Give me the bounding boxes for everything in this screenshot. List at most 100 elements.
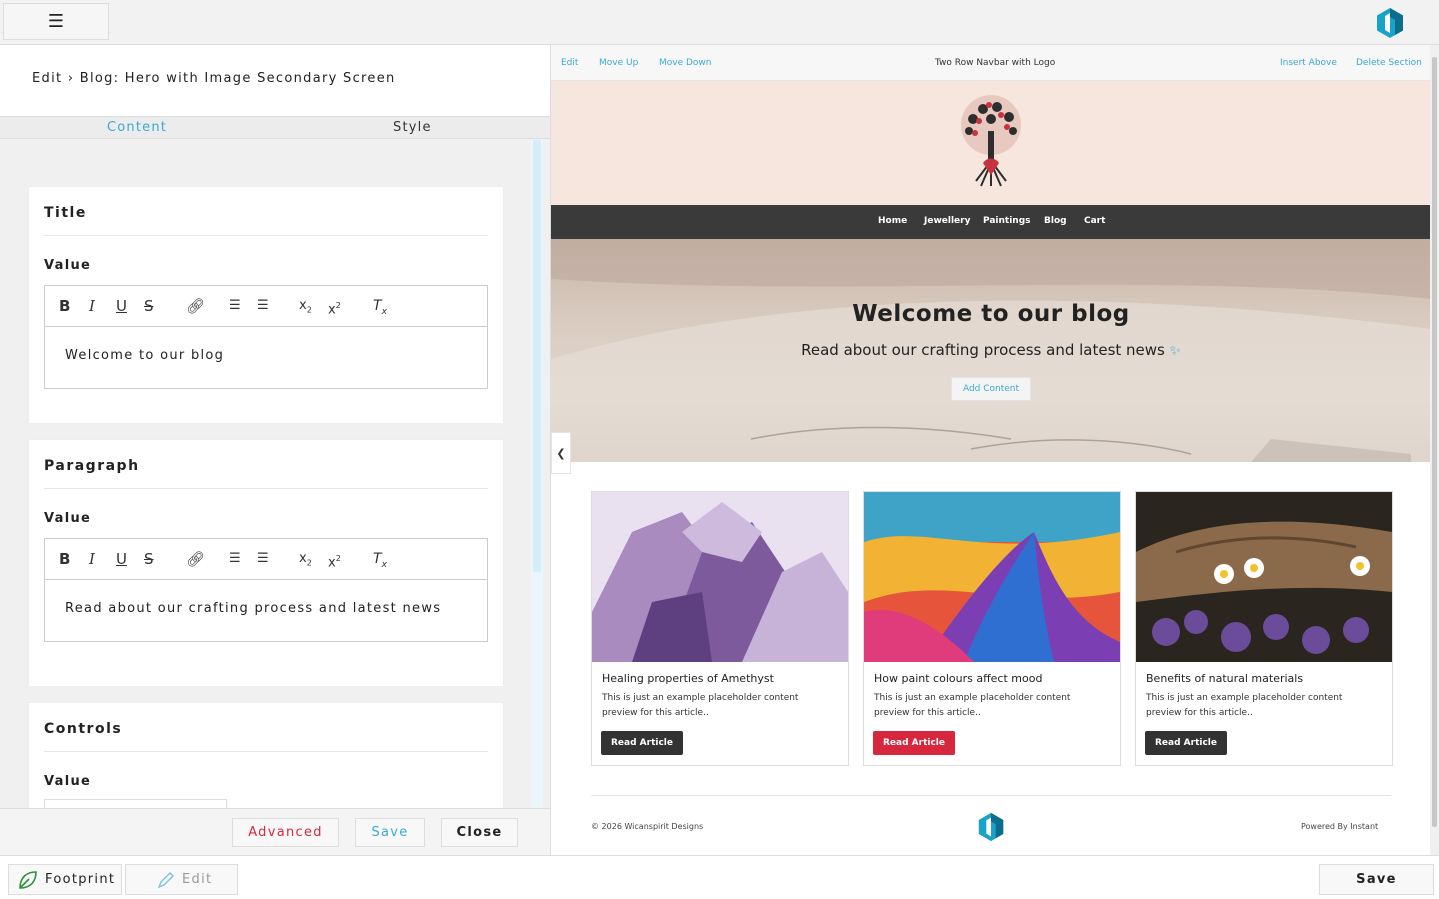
editor-heading: Edit › Blog: Hero with Image Secondary S… xyxy=(0,45,550,117)
link-icon[interactable]: 🔗︎ xyxy=(186,297,205,315)
editor-toolbar: B I U S 🔗︎ ☰ ☰ x2 x2 Tx xyxy=(45,286,487,327)
subscript-icon[interactable]: x2 xyxy=(299,297,312,320)
section-title: Two Row Navbar with Logo xyxy=(935,58,1056,68)
page-preview: Edit Move Up Move Down Two Row Navbar wi… xyxy=(550,45,1430,855)
hero-subtitle: Read about our crafting process and late… xyxy=(551,341,1430,359)
tab-content[interactable]: Content xyxy=(107,120,167,135)
move-up-link[interactable]: Move Up xyxy=(599,58,638,68)
read-article-button[interactable]: Read Article xyxy=(1145,731,1227,755)
bold-icon[interactable]: B xyxy=(59,297,70,315)
article-card: How paint colours affect mood This is ju… xyxy=(863,491,1121,766)
scrollbar-thumb[interactable] xyxy=(533,140,541,572)
strikethrough-icon[interactable]: S xyxy=(144,550,154,568)
editor-panel: Edit › Blog: Hero with Image Secondary S… xyxy=(0,45,550,855)
close-button[interactable]: Close xyxy=(441,818,518,847)
ordered-list-icon[interactable]: ☰ xyxy=(229,550,241,568)
bold-icon[interactable]: B xyxy=(59,550,70,568)
article-title[interactable]: Benefits of natural materials xyxy=(1136,662,1392,685)
bullet-list-icon[interactable]: ☰ xyxy=(257,550,269,568)
hero-subtitle-text: Read about our crafting process and late… xyxy=(801,341,1165,359)
superscript-icon[interactable]: x2 xyxy=(328,550,341,572)
section-edit-link[interactable]: Edit xyxy=(561,58,578,68)
clear-format-icon[interactable]: Tx xyxy=(373,550,387,574)
field-label: Value xyxy=(44,511,92,526)
hamburger-menu-button[interactable]: ☰ xyxy=(3,3,109,40)
ordered-list-icon[interactable]: ☰ xyxy=(229,297,241,315)
underline-icon[interactable]: U xyxy=(116,297,127,315)
article-card: Benefits of natural materials This is ju… xyxy=(1135,491,1393,766)
field-label: Value xyxy=(44,774,92,789)
article-excerpt: This is just an example placeholder cont… xyxy=(874,693,1071,718)
paragraph-value-input[interactable]: Read about our crafting process and late… xyxy=(45,580,487,641)
leaf-icon xyxy=(19,870,37,889)
article-title[interactable]: Healing properties of Amethyst xyxy=(592,662,848,685)
bullet-list-icon[interactable]: ☰ xyxy=(257,297,269,315)
editor-toolbar: B I U S 🔗︎ ☰ ☰ x2 x2 Tx xyxy=(45,539,487,580)
site-logo-band xyxy=(551,81,1430,205)
nav-jewellery[interactable]: Jewellery xyxy=(924,216,970,226)
amethyst-image xyxy=(592,492,848,662)
pencil-icon xyxy=(157,871,174,888)
italic-icon[interactable]: I xyxy=(89,297,95,315)
move-down-link[interactable]: Move Down xyxy=(659,58,712,68)
editor-actions: Advanced Save Close xyxy=(0,808,550,855)
link-icon[interactable]: 🔗︎ xyxy=(186,550,205,568)
footprint-label: Footprint xyxy=(45,872,116,887)
save-button[interactable]: Save xyxy=(355,818,425,847)
paragraph-card: Paragraph Value B I U S 🔗︎ ☰ ☰ x2 x2 Tx … xyxy=(28,439,504,687)
delete-section-link[interactable]: Delete Section xyxy=(1356,58,1422,68)
add-content-button[interactable]: Add Content xyxy=(951,377,1031,401)
editor-scroll-area[interactable]: Title Value B I U S 🔗︎ ☰ ☰ x2 x2 Tx Welc… xyxy=(0,140,550,808)
article-card: Healing properties of Amethyst This is j… xyxy=(591,491,849,766)
footer-powered-by[interactable]: Powered By Instant xyxy=(1301,822,1378,831)
subscript-icon[interactable]: x2 xyxy=(299,550,312,573)
global-save-button[interactable]: Save xyxy=(1319,864,1434,895)
tab-style[interactable]: Style xyxy=(393,120,432,135)
edit-button[interactable]: Edit xyxy=(125,864,238,895)
tree-logo-icon[interactable] xyxy=(951,91,1031,191)
clear-format-icon[interactable]: Tx xyxy=(373,297,387,321)
strikethrough-icon[interactable]: S xyxy=(144,297,154,315)
paint-image xyxy=(864,492,1120,662)
hero-section: Welcome to our blog Read about our craft… xyxy=(551,239,1430,462)
hero-title: Welcome to our blog xyxy=(852,301,1130,327)
article-excerpt: This is just an example placeholder cont… xyxy=(602,693,799,718)
italic-icon[interactable]: I xyxy=(89,550,95,568)
footprint-button[interactable]: Footprint xyxy=(8,864,122,895)
top-bar: ☰ xyxy=(0,0,1439,45)
preview-scrollbar-thumb[interactable] xyxy=(1432,57,1437,827)
card-title: Title xyxy=(44,187,488,236)
footer-logo-icon[interactable] xyxy=(975,811,1007,843)
rich-text-editor: B I U S 🔗︎ ☰ ☰ x2 x2 Tx Read about our c… xyxy=(44,538,488,642)
natural-materials-image xyxy=(1136,492,1392,662)
footer-copyright: © 2026 Wicanspirit Designs xyxy=(591,822,704,831)
article-title[interactable]: How paint colours affect mood xyxy=(864,662,1120,685)
section-toolbar: Edit Move Up Move Down Two Row Navbar wi… xyxy=(551,45,1430,81)
edit-label: Edit xyxy=(182,872,213,887)
magic-wand-icon[interactable]: ✨︎ xyxy=(1165,343,1181,359)
superscript-icon[interactable]: x2 xyxy=(328,297,341,319)
advanced-button[interactable]: Advanced xyxy=(232,818,339,847)
read-article-button[interactable]: Read Article xyxy=(873,731,955,755)
nav-blog[interactable]: Blog xyxy=(1044,216,1067,226)
chevron-left-icon[interactable]: ❮ xyxy=(551,432,571,474)
menu-icon: ☰ xyxy=(47,11,65,32)
read-article-button[interactable]: Read Article xyxy=(601,731,683,755)
editor-tabs: Content Style xyxy=(0,117,550,139)
controls-card: Controls Value xyxy=(28,702,504,808)
brand-logo-icon[interactable] xyxy=(1373,6,1407,40)
nav-home[interactable]: Home xyxy=(878,216,907,226)
card-title: Controls xyxy=(44,703,488,752)
footer-divider xyxy=(591,795,1391,796)
title-value-input[interactable]: Welcome to our blog xyxy=(45,327,487,388)
nav-paintings[interactable]: Paintings xyxy=(983,216,1031,226)
controls-select[interactable] xyxy=(44,799,227,808)
nav-cart[interactable]: Cart xyxy=(1084,216,1105,226)
card-title: Paragraph xyxy=(44,440,488,489)
rich-text-editor: B I U S 🔗︎ ☰ ☰ x2 x2 Tx Welcome to our b… xyxy=(44,285,488,389)
article-excerpt: This is just an example placeholder cont… xyxy=(1146,693,1343,718)
bottom-bar: Footprint Edit Save xyxy=(0,855,1439,899)
underline-icon[interactable]: U xyxy=(116,550,127,568)
title-card: Title Value B I U S 🔗︎ ☰ ☰ x2 x2 Tx Welc… xyxy=(28,186,504,424)
insert-above-link[interactable]: Insert Above xyxy=(1280,58,1337,68)
